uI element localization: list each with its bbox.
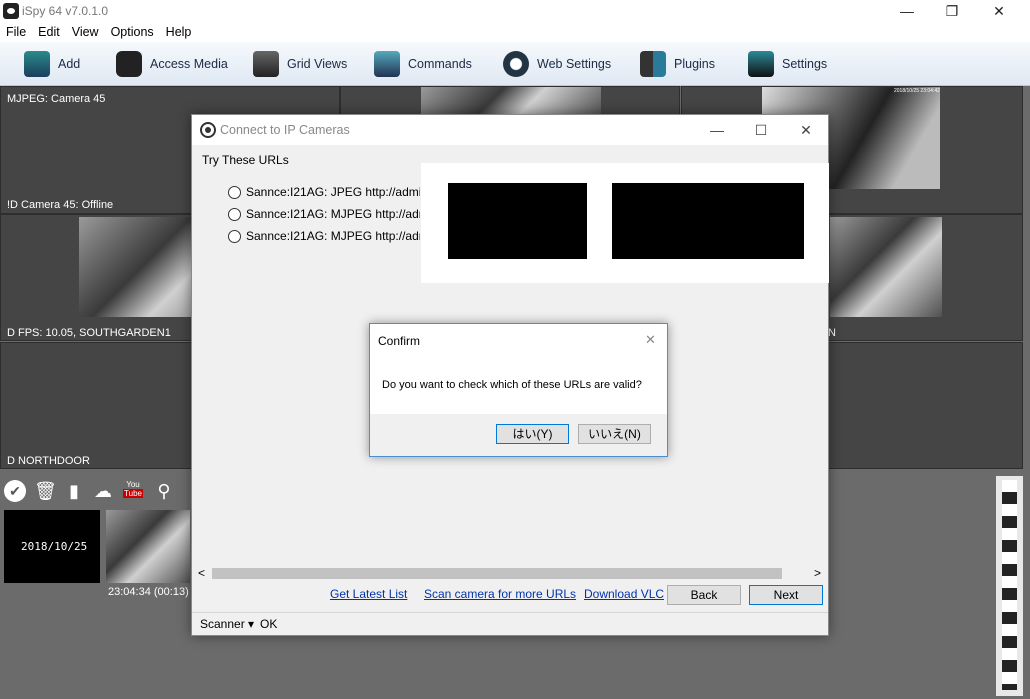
menu-file[interactable]: File [0, 22, 32, 39]
dialog-title-bar: Connect to IP Cameras — ☐ ✕ [192, 115, 828, 145]
preview-image [448, 183, 587, 259]
pane-status: D NORTHDOOR [7, 455, 90, 467]
scan-camera-link[interactable]: Scan camera for more URLs [424, 587, 576, 601]
media-toolbar: ✔ 🗑 ▮ ☁ You Tube ⚲ [0, 472, 190, 508]
horizontal-scrollbar[interactable]: < > [196, 565, 826, 582]
menu-help[interactable]: Help [160, 22, 198, 39]
access-media-button[interactable]: Access Media [116, 50, 228, 78]
radio-button[interactable] [228, 207, 241, 221]
scroll-thumb[interactable] [212, 568, 782, 579]
confirm-title: Confirm [378, 334, 421, 348]
url-option[interactable]: Sannce:I21AG: MJPEG http://admi [228, 207, 420, 221]
bookmark-icon[interactable]: ▮ [63, 480, 85, 502]
title-bar: iSpy 64 v7.0.1.0 — ❐ ✕ [0, 0, 1030, 22]
status-text: OK [260, 617, 278, 631]
confirm-message: Do you want to check which of these URLs… [382, 379, 642, 391]
confirm-close-button[interactable]: ✕ [645, 332, 656, 348]
camera-feed-image [830, 217, 942, 317]
dialog-minimize-button[interactable]: — [704, 119, 730, 141]
urls-heading: Try These URLs [202, 153, 289, 167]
eye-icon [200, 122, 216, 138]
maximize-button[interactable]: ❐ [937, 1, 967, 21]
search-icon[interactable]: ⚲ [153, 480, 175, 502]
pane-status: !D Camera 45: Offline [7, 199, 114, 211]
get-latest-list-link[interactable]: Get Latest List [330, 587, 407, 601]
settings-icon [748, 51, 774, 77]
radio-button[interactable] [228, 229, 241, 243]
no-button[interactable]: いいえ(N) [578, 424, 651, 444]
pane-title: MJPEG: Camera 45 [7, 93, 106, 105]
yes-button[interactable]: はい(Y) [496, 424, 569, 444]
web-settings-button[interactable]: Web Settings [503, 50, 611, 78]
plugins-button[interactable]: Plugins [640, 50, 715, 78]
vertical-scrollbar[interactable] [996, 476, 1023, 696]
thumbnail-date: 2018/10/25 [21, 540, 88, 553]
scroll-right-arrow[interactable]: > [814, 566, 821, 580]
media-thumbnail[interactable] [106, 510, 190, 583]
check-icon[interactable]: ✔ [4, 480, 26, 502]
menu-options[interactable]: Options [105, 22, 160, 39]
divider [192, 612, 828, 613]
dialog-close-button[interactable]: ✕ [793, 119, 819, 141]
commands-icon [374, 51, 400, 77]
plugins-icon [640, 51, 666, 77]
preview-area [421, 163, 829, 283]
menu-view[interactable]: View [66, 22, 105, 39]
camera-feed-image [421, 87, 601, 117]
dialog-maximize-button[interactable]: ☐ [748, 119, 774, 141]
globe-icon [503, 51, 529, 77]
pane-status: D FPS: 10.05, SOUTHGARDEN1 [7, 327, 171, 339]
youtube-icon[interactable]: You Tube [122, 480, 144, 502]
media-thumbnail[interactable]: 2018/10/25 [4, 510, 100, 583]
url-option[interactable]: Sannce:I21AG: JPEG http://admin [228, 185, 420, 199]
toolbar: Add Access Media Grid Views Commands Web… [0, 42, 1030, 86]
download-vlc-link[interactable]: Download VLC [584, 587, 664, 601]
back-button[interactable]: Back [667, 585, 741, 605]
app-eye-icon [3, 3, 19, 19]
menu-edit[interactable]: Edit [32, 22, 66, 39]
settings-button[interactable]: Settings [748, 50, 827, 78]
radio-button[interactable] [228, 185, 241, 199]
scroll-left-arrow[interactable]: < [198, 566, 205, 580]
confirm-footer: はい(Y) いいえ(N) [370, 414, 667, 456]
grid-views-button[interactable]: Grid Views [253, 50, 347, 78]
trash-icon[interactable]: 🗑 [34, 480, 57, 502]
scroll-track [1002, 480, 1017, 690]
commands-button[interactable]: Commands [374, 50, 472, 78]
flask-icon [24, 51, 50, 77]
close-button[interactable]: ✕ [984, 1, 1014, 21]
confirm-dialog: Confirm ✕ Do you want to check which of … [369, 323, 668, 457]
upload-cloud-icon[interactable]: ☁ [92, 480, 114, 502]
url-option[interactable]: Sannce:I21AG: MJPEG http://admi [228, 229, 420, 243]
grid-icon [253, 51, 279, 77]
preview-image [612, 183, 804, 259]
scanner-dropdown[interactable]: Scanner ▾ [200, 617, 254, 631]
minimize-button[interactable]: — [892, 1, 922, 21]
pane-status: N [828, 327, 836, 339]
dialog-title: Connect to IP Cameras [220, 123, 350, 137]
camera-timestamp: 2018/10/25 23:04:42 [894, 88, 940, 94]
menu-bar: File Edit View Options Help [0, 22, 1030, 42]
thumbnail-caption: 23:04:34 (00:13) [108, 586, 189, 598]
next-button[interactable]: Next [749, 585, 823, 605]
add-button[interactable]: Add [24, 50, 80, 78]
media-icon [116, 51, 142, 77]
window-title: iSpy 64 v7.0.1.0 [22, 4, 109, 18]
